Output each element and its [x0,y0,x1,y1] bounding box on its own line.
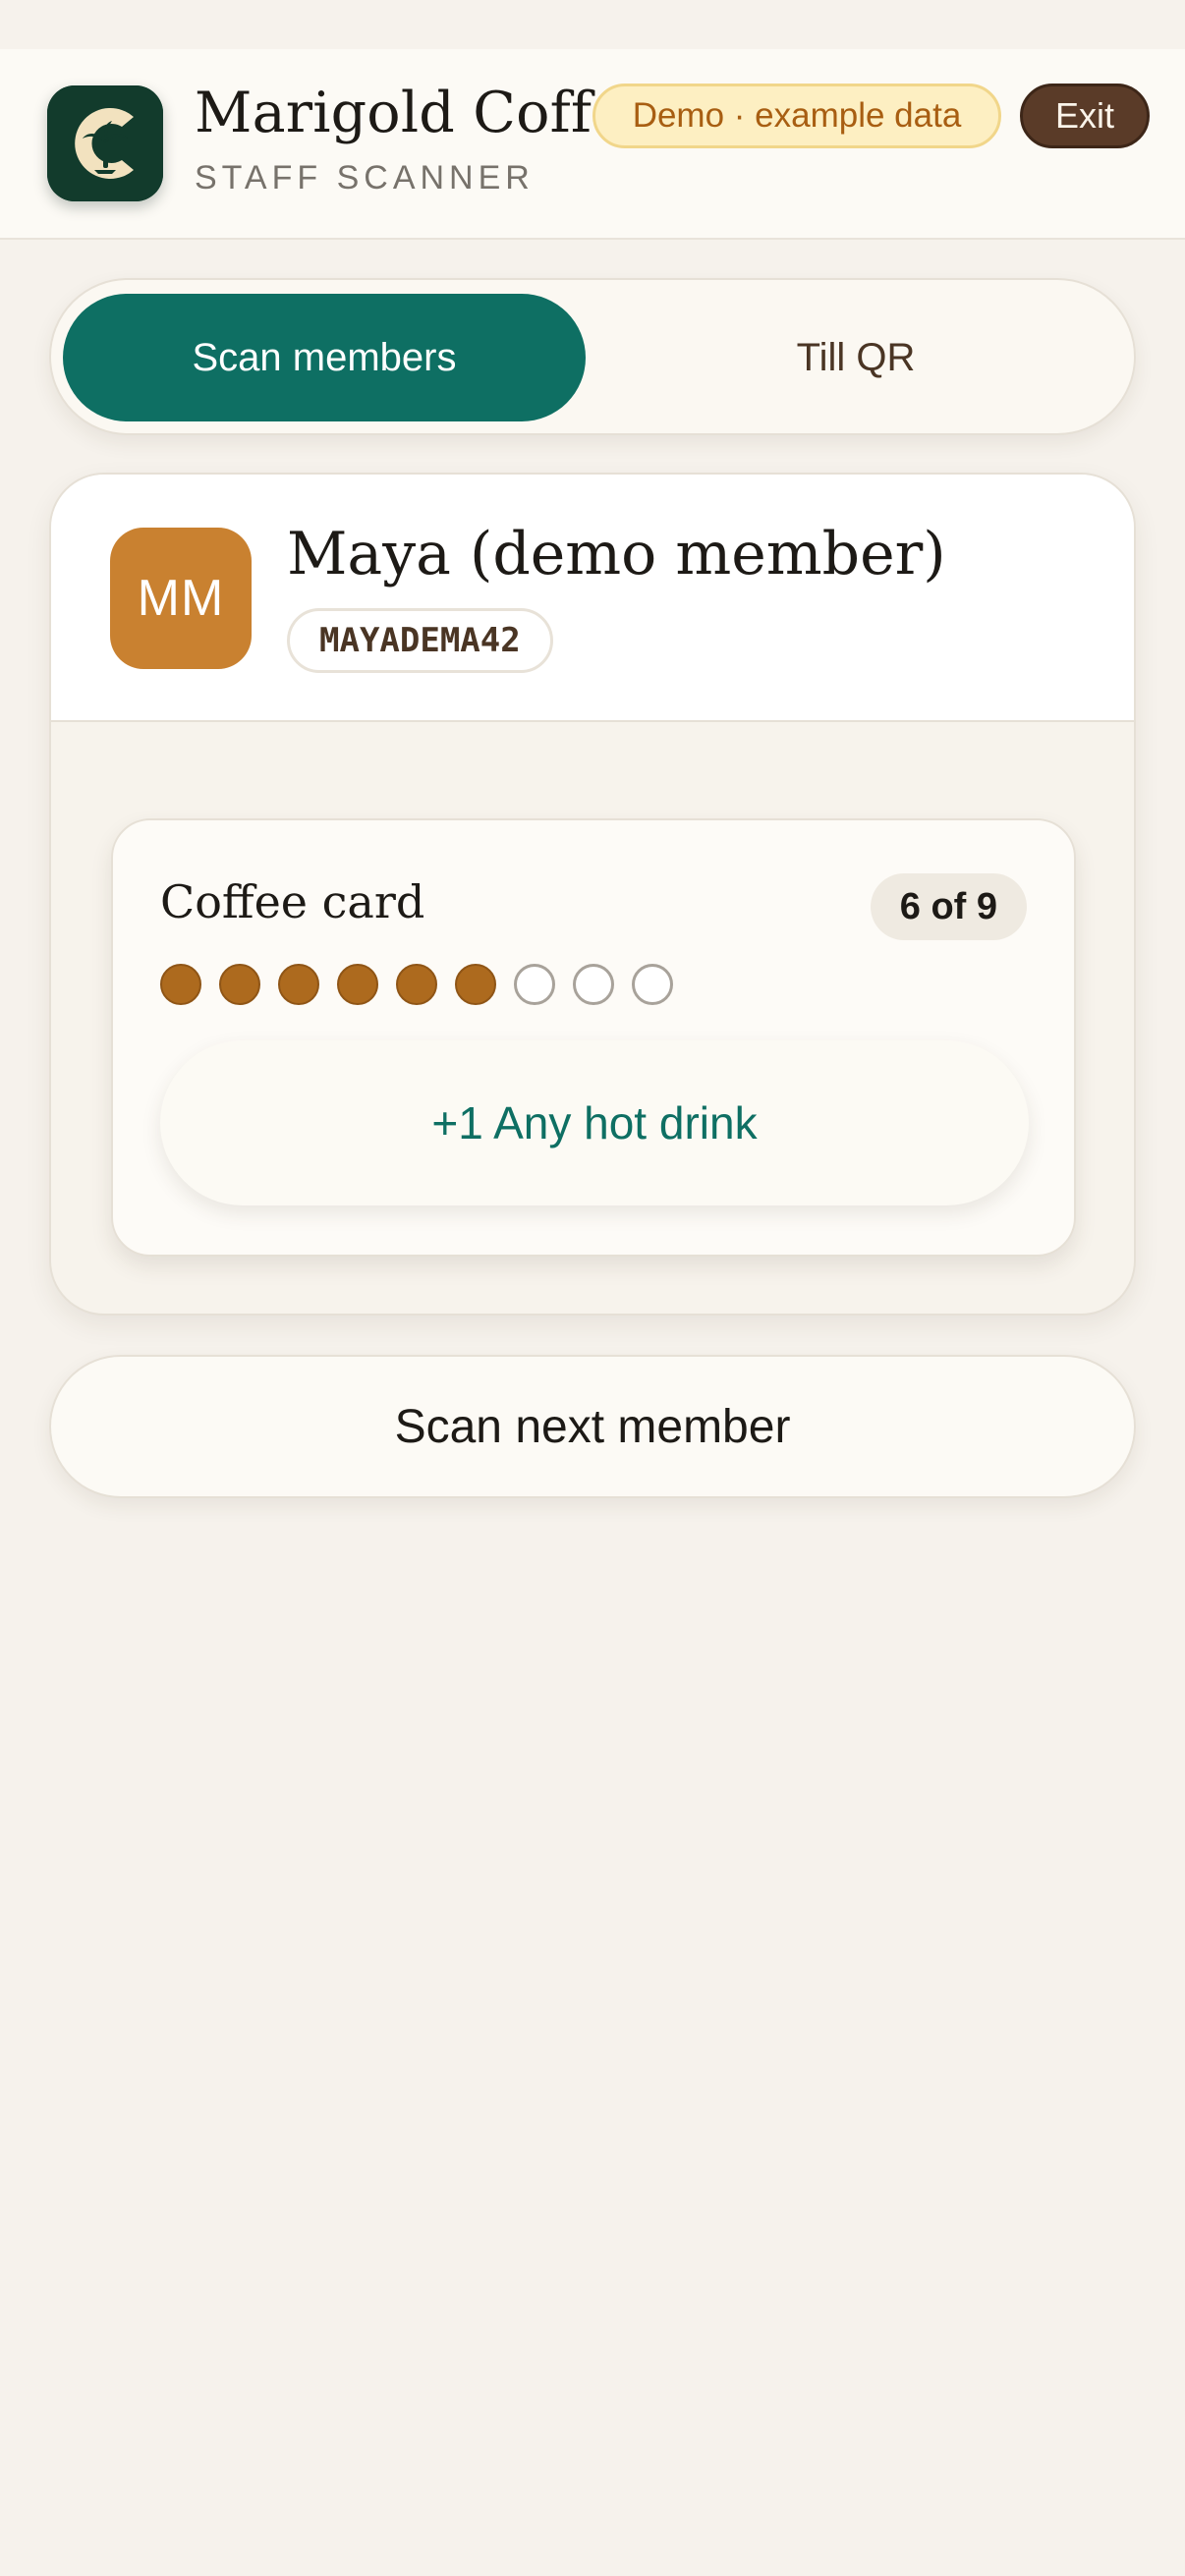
demo-badge: Demo · example data [592,84,1001,148]
stamp-filled-icon [396,964,437,1005]
add-stamp-button[interactable]: +1 Any hot drink [160,1040,1029,1205]
stamp-empty-icon [573,964,614,1005]
stamp-filled-icon [455,964,496,1005]
brand-title: Marigold Coffee [195,81,659,145]
stamp-filled-icon [219,964,260,1005]
stamp-filled-icon [337,964,378,1005]
tab-till-qr[interactable]: Till QR [590,294,1122,421]
exit-button[interactable]: Exit [1020,84,1150,148]
member-name: Maya (demo member) [287,520,946,588]
mode-tabs: Scan members Till QR [49,278,1136,435]
stamp-empty-icon [632,964,673,1005]
stamp-count-badge: 6 of 9 [870,873,1027,940]
marigold-logo-icon [47,85,163,201]
stamp-row [160,964,673,1007]
stamp-empty-icon [514,964,555,1005]
tab-scan-members[interactable]: Scan members [63,294,586,421]
app-header: Marigold Coffee STAFF SCANNER Demo · exa… [0,49,1185,240]
coffee-card-title: Coffee card [160,875,425,928]
member-header: MM Maya (demo member) MAYADEMA42 [51,475,1134,722]
avatar: MM [110,528,252,669]
stamp-filled-icon [160,964,201,1005]
scan-next-member-button[interactable]: Scan next member [49,1355,1136,1498]
member-card: MM Maya (demo member) MAYADEMA42 Coffee … [49,473,1136,1316]
stamp-filled-icon [278,964,319,1005]
member-code-badge: MAYADEMA42 [287,608,553,673]
coffee-card: Coffee card 6 of 9 +1 Any hot drink [111,818,1076,1257]
brand-subtitle: STAFF SCANNER [195,159,535,196]
